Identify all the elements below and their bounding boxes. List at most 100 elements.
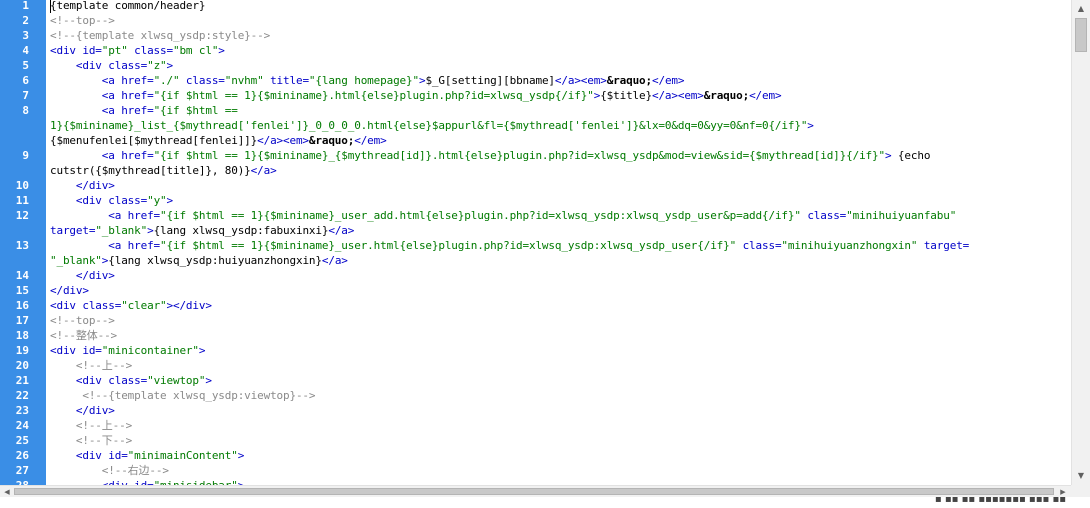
code-token: "clear" [121,299,167,312]
code-token: </a> [250,164,277,177]
code-line[interactable]: </div> [50,178,115,193]
code-token: > [807,119,814,132]
code-token: <!--上--> [50,419,133,432]
line-number: 24 [15,419,29,432]
horizontal-scrollbar[interactable]: ◀ ▶ [0,485,1071,497]
code-token: "./" [153,74,180,87]
code-token: class= [179,74,225,87]
code-line[interactable]: <!--上--> [50,418,132,433]
code-line[interactable]: <!--top--> [50,313,115,328]
code-line[interactable]: <!--整体--> [50,328,117,343]
line-number: 4 [22,44,29,57]
code-token: > [166,194,174,207]
code-token: {$title} [600,89,652,102]
code-token: "bm cl" [172,44,219,57]
code-line[interactable]: <div class="y"> [50,193,173,208]
code-line[interactable]: cutstr({$mythread[title]}, 80)}</a> [50,163,277,178]
code-line[interactable]: <a href="{if $html == 1}{$mininame}_{$my… [50,148,931,163]
code-token: </em> [749,89,782,102]
vertical-scrollbar[interactable]: ▲ ▼ [1071,0,1090,485]
code-token: > [205,374,212,387]
code-line[interactable]: <div id="minisidebar"> [50,478,245,485]
code-line[interactable]: <div id="pt" class="bm cl"> [50,43,225,58]
code-line[interactable]: target="_blank">{lang xlwsq_ysdp:fabuxin… [50,223,354,238]
vertical-scroll-thumb[interactable] [1075,18,1087,52]
code-token: <!--{template xlwsq_ysdp:style}--> [50,29,271,42]
code-line[interactable]: <a href="./" class="nvhm" title="{lang h… [50,73,685,88]
line-number: 22 [15,389,29,402]
code-token: <div class= [50,299,122,312]
code-token: "_blank" [50,254,102,267]
code-token: </a><em> [257,134,309,147]
code-token: <!--{template xlwsq_ysdp:viewtop}--> [50,389,316,402]
line-number: 15 [15,284,29,297]
code-line[interactable]: <div class="viewtop"> [50,373,212,388]
code-token: "z" [147,59,167,72]
code-line[interactable]: <div class="z"> [50,58,173,73]
scroll-left-icon[interactable]: ◀ [0,486,14,497]
line-number-gutter: 1 2 3 4 5 6 7 8 9 10 11 12 13 14 15 16 17 18 19 20 21 22 23 24 2… [0,0,46,485]
code-line[interactable]: {template common/header} [50,0,205,13]
code-line[interactable]: <a href="{if $html == [50,103,238,118]
code-line[interactable]: <div id="minimainContent"> [50,448,244,463]
code-line[interactable]: <a href="{if $html == 1}{$mininame}.html… [50,88,782,103]
code-line[interactable]: <!--{template xlwsq_ysdp:style}--> [50,28,270,43]
code-token: class= [127,44,173,57]
code-token: <!--top--> [50,314,115,327]
code-line[interactable]: </div> [50,283,89,298]
code-token: "pt" [101,44,128,57]
code-token: {template common/header} [50,0,206,12]
code-line[interactable]: <div id="minicontainer"> [50,343,206,358]
code-line[interactable]: <a href="{if $html == 1}{$mininame}_user… [50,238,969,253]
horizontal-scroll-thumb[interactable] [14,488,1054,495]
code-token: 1}{$mininame}_list_{$mythread['fenlei']}… [50,119,808,132]
code-token: <!--下--> [50,434,133,447]
code-editor[interactable]: 1 2 3 4 5 6 7 8 9 10 11 12 13 14 15 16 17 18 19 20 21 22 23 24 2… [0,0,1071,485]
code-line[interactable]: {$menufenlei[$mythread[fenlei]]}</a><em>… [50,133,387,148]
code-token: {$menufenlei[$mythread[fenlei]]} [50,134,258,147]
line-number: 21 [15,374,29,387]
code-line[interactable]: <!--{template xlwsq_ysdp:viewtop}--> [50,388,315,403]
status-bar: ▪ ▪▪ ▪▪ ▪▪▪▪▪▪▪ ▪▪▪ ▪▪ [0,497,1090,508]
code-token: class= [736,239,782,252]
code-token: <a href= [50,239,161,252]
code-line[interactable]: <a href="{if $html == 1}{$mininame}_user… [50,208,956,223]
code-token: > [166,59,174,72]
line-number: 17 [15,314,29,327]
scroll-down-icon[interactable]: ▼ [1072,467,1090,484]
code-token: <a href= [50,149,154,162]
code-token: $_G[setting][bbname] [425,74,555,87]
code-token: <a href= [50,89,154,102]
line-number: 28 [16,478,29,485]
code-token: > [237,449,245,462]
code-token: &raquo; [703,89,750,102]
line-number: 6 [22,74,29,87]
code-token: "minihuiyuanfabu" [846,209,957,222]
code-token: "viewtop" [147,374,206,387]
code-line[interactable]: <div class="clear"></div> [50,298,212,313]
code-token: <div id= [50,344,102,357]
code-token: </div> [50,404,115,417]
line-number: 12 [15,209,29,222]
line-number: 1 [22,0,29,12]
code-token: </em> [354,134,387,147]
line-number: 9 [22,149,29,162]
code-token: class= [800,209,847,222]
code-token: "{if $html == [153,104,238,117]
code-line[interactable]: </div> [50,268,115,283]
code-token: cutstr({$mythread[title]}, 80)} [50,164,251,177]
code-line[interactable]: <!--top--> [50,13,115,28]
code-line[interactable]: <!--右边--> [50,463,169,478]
scroll-up-icon[interactable]: ▲ [1072,0,1090,17]
code-token: {lang xlwsq_ysdp:fabuxinxi} [153,224,329,237]
code-line[interactable]: "_blank">{lang xlwsq_ysdp:huiyuanzhongxi… [50,253,348,268]
code-line[interactable]: 1}{$mininame}_list_{$mythread['fenlei']}… [50,118,814,133]
scroll-right-icon[interactable]: ▶ [1056,486,1070,497]
code-line[interactable]: <!--上--> [50,358,132,373]
code-token: "{if $html == 1}{$mininame}_user_add.htm… [160,209,801,222]
code-token: <a href= [50,104,154,117]
code-line[interactable]: </div> [50,403,115,418]
code-token: "minihuiyuanzhongxin" [781,239,918,252]
code-line[interactable]: <!--下--> [50,433,132,448]
code-token: </a> [328,224,355,237]
